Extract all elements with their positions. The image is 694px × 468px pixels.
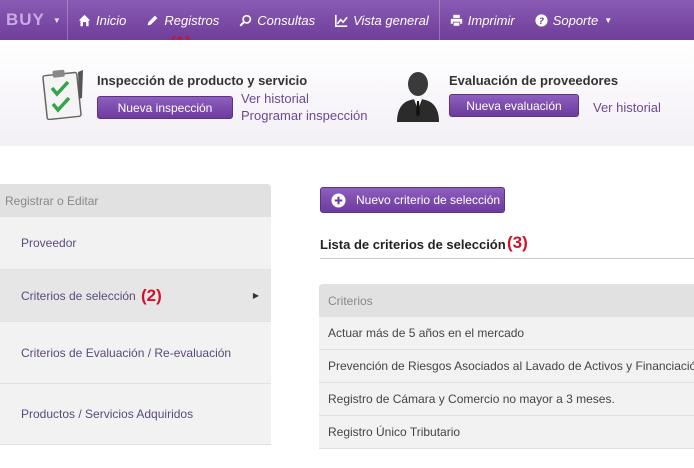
table-row[interactable]: Prevención de Riesgos Asociados al Lavad… bbox=[319, 350, 694, 383]
question-icon: ? bbox=[535, 13, 548, 26]
sidebar-item-label: Criterios de selección bbox=[21, 288, 136, 303]
new-inspection-button[interactable]: Nueva inspección bbox=[97, 96, 233, 119]
nav-label: Vista general bbox=[353, 12, 429, 28]
top-navbar: BUY ▼ Inicio Registros Consultas Vista g… bbox=[0, 0, 694, 40]
nav-item-imprimir[interactable]: Imprimir bbox=[440, 0, 525, 40]
chevron-down-icon: ▼ bbox=[604, 15, 613, 25]
chart-icon bbox=[335, 14, 348, 27]
new-selection-criterion-button[interactable]: Nuevo criterio de selección bbox=[320, 187, 505, 213]
clipboard-check-icon bbox=[42, 69, 83, 120]
nav-label: Consultas bbox=[257, 12, 316, 28]
nav-item-consultas[interactable]: Consultas bbox=[229, 0, 325, 40]
table-row[interactable]: Registro Único Tributario bbox=[319, 416, 694, 449]
quick-actions-panel: Inspección de producto y servicio Nueva … bbox=[0, 40, 694, 146]
home-icon bbox=[78, 14, 91, 26]
printer-icon bbox=[450, 14, 462, 27]
pencil-icon bbox=[147, 15, 158, 25]
sidebar: Registrar o Editar Proveedor Criterios d… bbox=[0, 184, 271, 445]
brand-logo: BUY bbox=[6, 10, 45, 29]
button-label: Nuevo criterio de selección bbox=[356, 193, 501, 207]
nav-label: Registros bbox=[164, 12, 220, 28]
sidebar-item-label: Proveedor bbox=[21, 236, 77, 250]
list-title: Lista de criterios de selección bbox=[320, 237, 506, 252]
nav-item-inicio[interactable]: Inicio bbox=[68, 0, 136, 40]
annotation-2: (2) bbox=[141, 286, 162, 305]
plus-circle-icon bbox=[331, 192, 346, 208]
sidebar-item-proveedor[interactable]: Proveedor bbox=[0, 217, 271, 270]
schedule-inspection-link[interactable]: Programar inspección bbox=[241, 108, 367, 123]
nav-item-vista-general[interactable]: Vista general bbox=[325, 0, 439, 40]
brand-menu[interactable]: BUY ▼ bbox=[0, 0, 68, 40]
evaluation-title: Evaluación de proveedores bbox=[449, 73, 619, 88]
nav-label: Inicio bbox=[96, 12, 127, 28]
table-row[interactable]: Registro de Cámara y Comercio no mayor a… bbox=[319, 383, 694, 416]
table-header: Criterios bbox=[319, 284, 694, 317]
nav-label: Imprimir bbox=[467, 12, 515, 28]
chevron-down-icon: ▼ bbox=[52, 15, 61, 25]
annotation-3: (3) bbox=[507, 233, 528, 252]
sidebar-item-label: Productos / Servicios Adquiridos bbox=[21, 407, 194, 421]
title-divider bbox=[320, 258, 694, 259]
sidebar-item-criterios-evaluacion[interactable]: Criterios de Evaluación / Re-evaluación bbox=[0, 322, 271, 384]
new-evaluation-button[interactable]: Nueva evaluación bbox=[449, 94, 579, 117]
sidebar-item-label: Criterios de Evaluación / Re-evaluación bbox=[21, 345, 232, 360]
sidebar-item-productos-servicios[interactable]: Productos / Servicios Adquiridos bbox=[0, 384, 271, 445]
inspection-history-link[interactable]: Ver historial bbox=[241, 91, 309, 106]
person-avatar-icon bbox=[397, 72, 439, 122]
nav-label: Soporte bbox=[552, 12, 599, 28]
inspection-title: Inspección de producto y servicio bbox=[97, 73, 308, 88]
nav-item-soporte[interactable]: ? Soporte ▼ bbox=[525, 0, 622, 40]
sidebar-item-criterios-seleccion[interactable]: Criterios de selección ▶ bbox=[0, 270, 271, 322]
sidebar-heading: Registrar o Editar bbox=[0, 184, 271, 217]
search-icon bbox=[239, 14, 252, 26]
chevron-right-icon: ▶ bbox=[252, 291, 259, 300]
evaluation-history-link[interactable]: Ver historial bbox=[593, 100, 661, 115]
table-row[interactable]: Actuar más de 5 años en el mercado bbox=[319, 317, 694, 350]
criteria-table: Criterios Actuar más de 5 años en el mer… bbox=[319, 284, 694, 449]
svg-text:?: ? bbox=[539, 16, 544, 26]
